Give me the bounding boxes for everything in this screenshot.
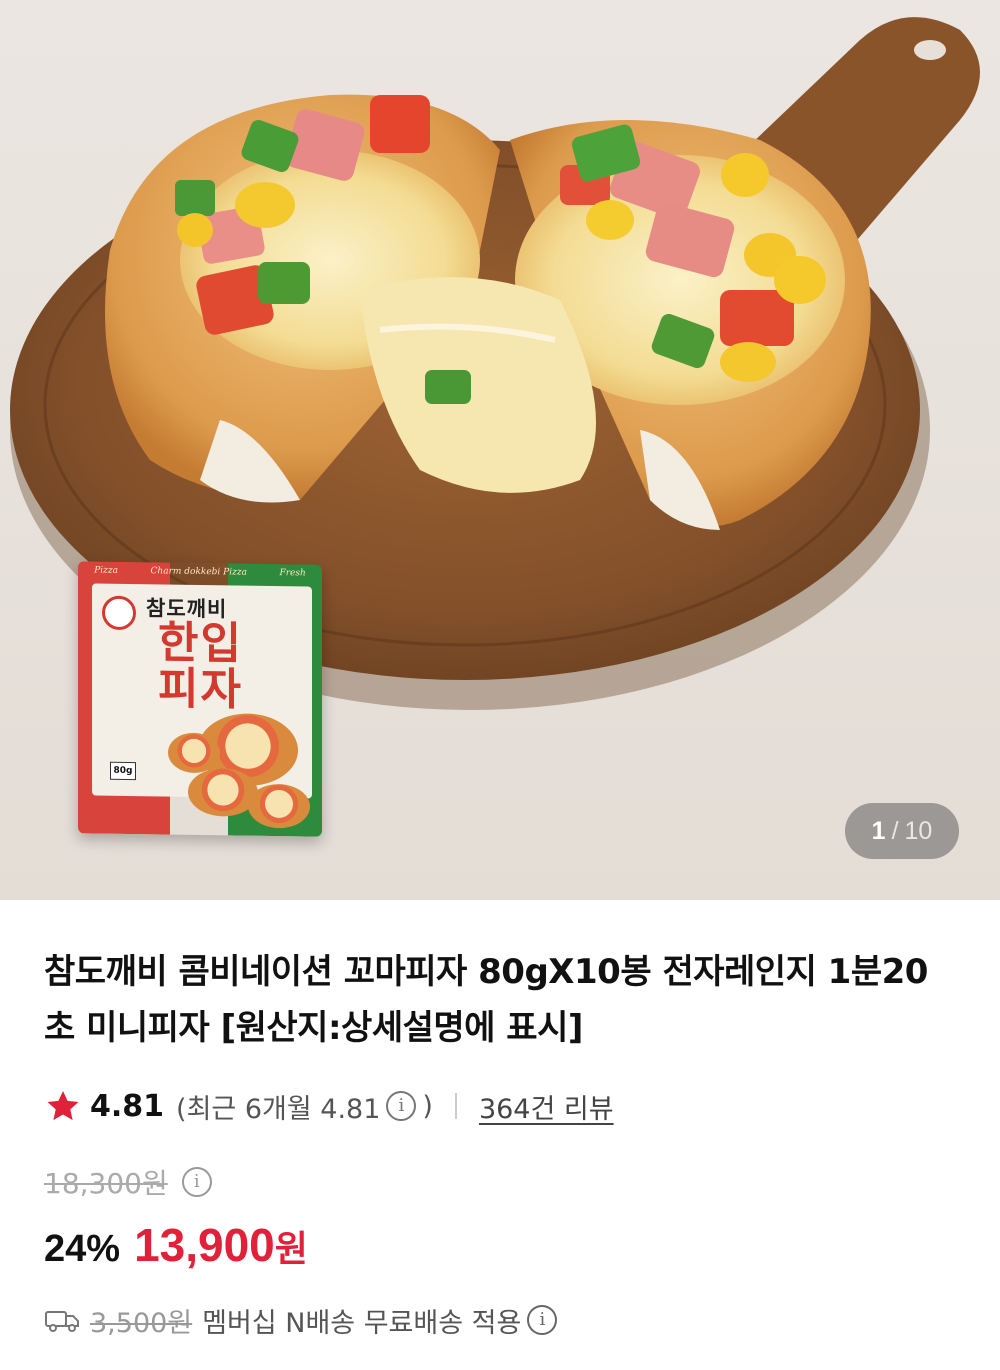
weight-badge: 80g — [110, 761, 136, 781]
recent-rating-label: (최근 6개월 4.81 — [176, 1093, 381, 1125]
package-text: Pizza — [94, 565, 119, 576]
current-page: 1 — [871, 816, 886, 845]
package-product-line: 한입 — [158, 617, 243, 670]
shipping-row: 3,500원 멤버십 N배송 무료배송 적용 i — [44, 1300, 956, 1340]
sale-price: 13,900 — [134, 1219, 275, 1271]
original-price-row: 18,300원 i — [44, 1162, 956, 1202]
package-text: Fresh — [279, 568, 306, 579]
product-info: 참도깨비 콤비네이션 꼬마피자 80gX10봉 전자레인지 1분20초 미니피자… — [0, 944, 1000, 1340]
recent-rating-close: ) — [422, 1090, 433, 1122]
info-circle-icon[interactable]: i — [527, 1305, 558, 1335]
rating-row: 4.81 (최근 6개월 4.81 i ) 364건 리뷰 — [44, 1086, 956, 1126]
image-page-indicator: 1 / 10 — [845, 803, 959, 859]
package-text: Charm dokkebi Pizza — [150, 566, 247, 578]
brand-logo-icon — [102, 595, 136, 631]
product-title: 참도깨비 콤비네이션 꼬마피자 80gX10봉 전자레인지 1분20초 미니피자… — [44, 952, 928, 1048]
original-price: 18,300원 — [44, 1167, 168, 1200]
page-separator: / — [891, 816, 899, 845]
recent-rating: (최근 6개월 4.81 i ) — [176, 1087, 433, 1126]
divider — [454, 1093, 457, 1119]
total-pages: 10 — [904, 816, 933, 845]
product-image-gallery[interactable]: Pizza Charm dokkebi Pizza Fresh 참도깨비 한입 … — [0, 0, 1000, 900]
package-product-name: 한입 피자 — [158, 617, 243, 716]
star-icon — [47, 1090, 79, 1121]
product-package-image: Pizza Charm dokkebi Pizza Fresh 참도깨비 한입 … — [78, 561, 322, 837]
info-circle-icon[interactable]: i — [386, 1091, 417, 1121]
original-shipping-fee: 3,500원 — [90, 1307, 193, 1339]
discount-rate: 24% — [44, 1228, 121, 1270]
review-count-link[interactable]: 364건 리뷰 — [479, 1087, 614, 1126]
sale-price-row: 24% 13,900 원 — [44, 1218, 956, 1272]
rating-score: 4.81 — [90, 1088, 165, 1124]
package-product-line: 피자 — [158, 663, 243, 716]
truck-icon — [45, 1311, 79, 1332]
info-circle-icon[interactable]: i — [181, 1167, 212, 1197]
shipping-text: 멤버십 N배송 무료배송 적용 — [202, 1307, 522, 1339]
sale-price-unit: 원 — [274, 1229, 308, 1270]
